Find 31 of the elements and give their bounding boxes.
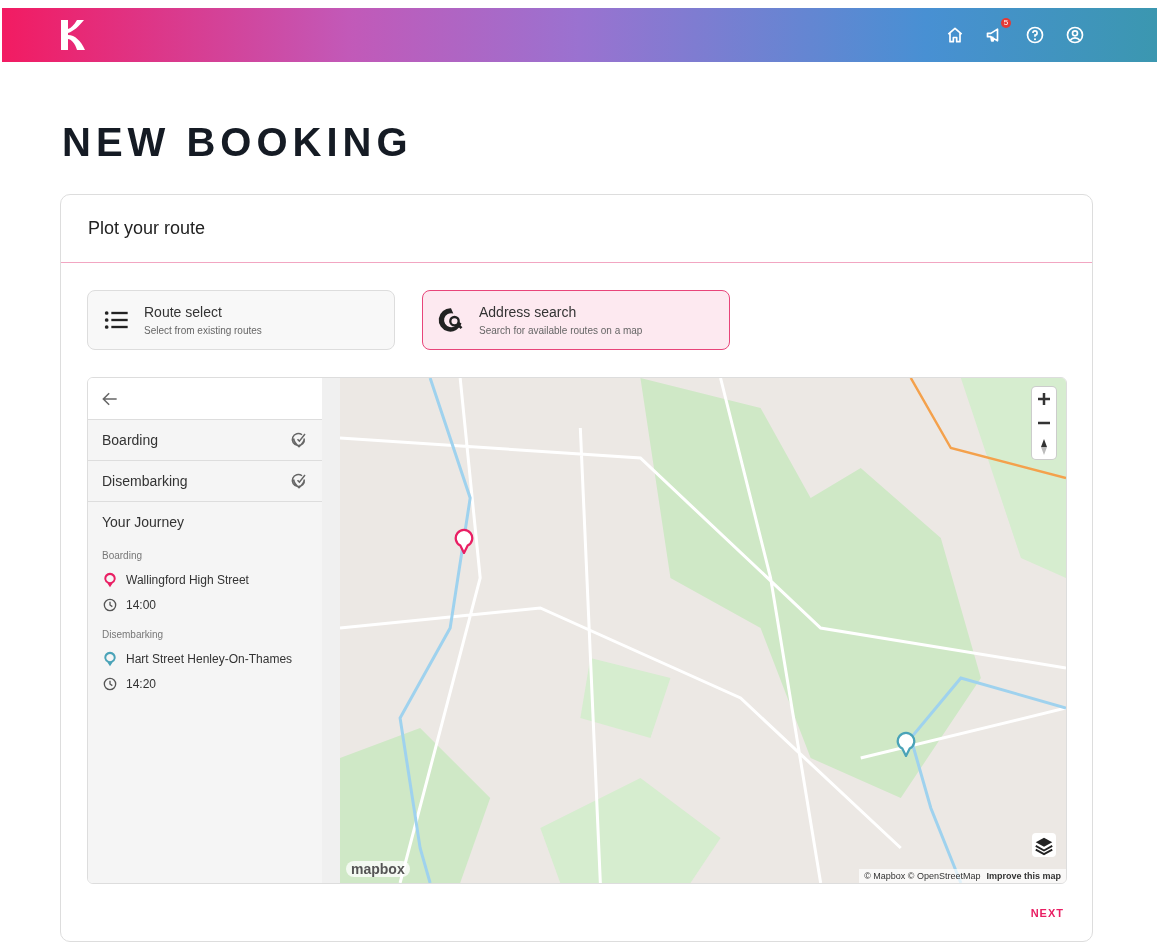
stop-place: Hart Street Henley-On-Thames — [126, 651, 293, 666]
scrollbar[interactable] — [322, 378, 340, 883]
map-logo[interactable]: mapbox — [346, 861, 410, 877]
stop-time: 14:00 — [126, 597, 157, 612]
mode-option[interactable]: Route select Select from existing routes — [87, 290, 395, 350]
next-button[interactable]: NEXT — [1028, 902, 1066, 923]
logo-icon[interactable] — [60, 19, 86, 51]
help-icon[interactable] — [1025, 25, 1045, 45]
notification-count: 5 — [1001, 18, 1011, 28]
map-pin-icon — [102, 650, 118, 667]
stop-heading: Disembarking — [102, 629, 165, 640]
mode-option[interactable]: Address search Search for available routes on a map — [422, 290, 730, 350]
map-pin-icon — [102, 571, 118, 588]
clock-icon — [102, 675, 118, 692]
pin-edit-icon — [290, 431, 308, 449]
map-pin[interactable] — [895, 731, 917, 757]
stop-heading: Boarding — [102, 550, 144, 561]
stop-time: 14:20 — [126, 676, 157, 691]
pin-edit-icon — [290, 472, 308, 490]
improve-map-link[interactable]: Improve this map — [986, 871, 1061, 881]
page-title: NEW BOOKING — [62, 119, 414, 166]
home-icon[interactable] — [945, 25, 965, 45]
journey-title: Your Journey — [102, 514, 185, 530]
globe-search-icon — [437, 306, 465, 334]
clock-icon — [102, 596, 118, 613]
map-attribution: © Mapbox © OpenStreetMap — [864, 871, 981, 881]
stop-place: Wallingford High Street — [126, 572, 249, 587]
layers-icon[interactable] — [1032, 833, 1056, 857]
map-pin[interactable] — [453, 528, 475, 554]
account-icon[interactable] — [1065, 25, 1085, 45]
card-title: Plot your route — [88, 218, 206, 239]
